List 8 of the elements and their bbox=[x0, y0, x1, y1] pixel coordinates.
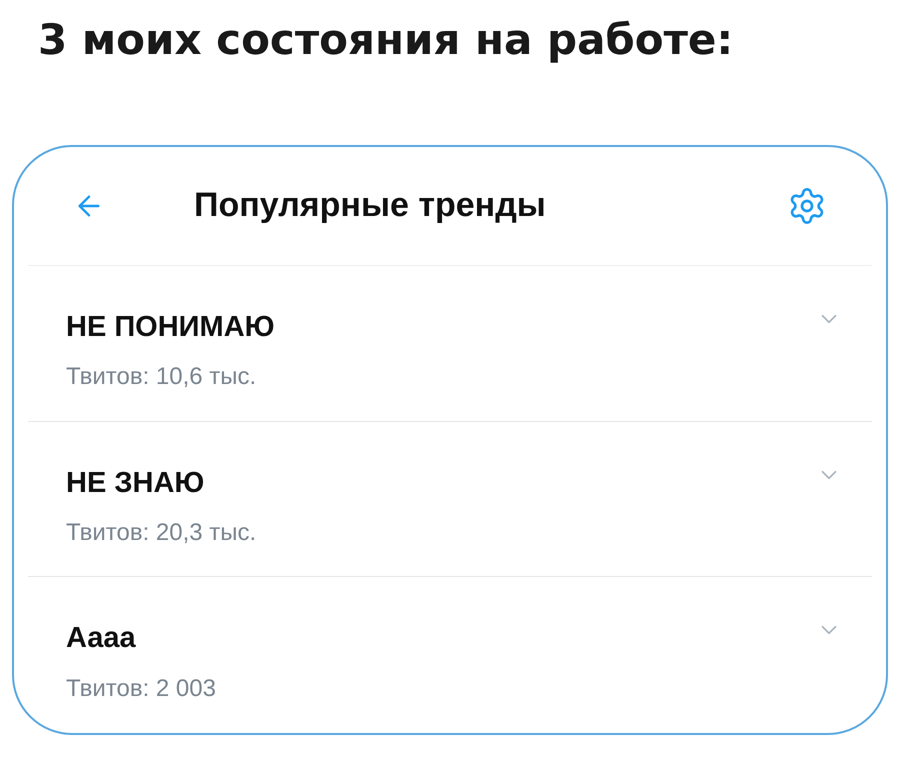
trend-name[interactable]: НЕ ПОНИМАЮ bbox=[66, 306, 275, 350]
tweet-count: Твитов: 2 003 bbox=[66, 674, 216, 704]
screen-title: Популярные тренды bbox=[194, 186, 546, 224]
tweet-count: Твитов: 10,6 тыс. bbox=[66, 362, 256, 392]
tweet-count: Твитов: 20,3 тыс. bbox=[66, 518, 256, 548]
trend-name[interactable]: НЕ ЗНАЮ bbox=[66, 462, 204, 505]
trend-name[interactable]: Аааа bbox=[66, 617, 136, 661]
meme-caption: 3 моих состояния на работе: bbox=[38, 14, 734, 66]
